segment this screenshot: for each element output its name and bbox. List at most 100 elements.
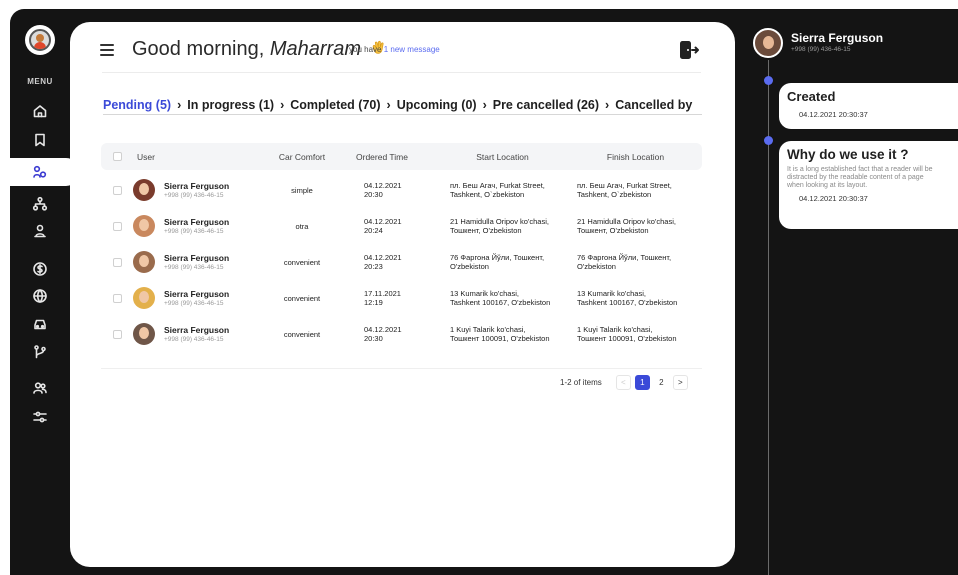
greeting-name: Maharram (269, 38, 361, 60)
start-line-2: Тошкент 100091, O'zbekiston (450, 334, 550, 343)
table-divider (101, 368, 702, 369)
finish-line-1: 76 Фаргона Йўли, Тошкент, (577, 253, 672, 262)
ordered-time: 04.12.2021 20:30 (346, 181, 436, 199)
start-location: 1 Kuyi Talarik ko'chasi, Тошкент 100091, … (436, 325, 569, 343)
start-location: 76 Фаргона Йўли, Тошкент, O'zbekiston (436, 253, 569, 271)
ordered-time: 04.12.2021 20:23 (346, 253, 436, 271)
dollar-icon[interactable] (28, 258, 52, 280)
tab-cancelled-by[interactable]: Cancelled by (615, 98, 692, 114)
message-prefix: you have (349, 45, 384, 54)
start-line-1: 76 Фаргона Йўли, Тошкент, (450, 253, 545, 262)
tab-completed[interactable]: Completed (70) (290, 98, 380, 114)
row-checkbox[interactable] (112, 293, 122, 303)
table-row[interactable]: Sierra Ferguson +998 (99) 436-46-15 conve… (101, 244, 702, 280)
next-page-button[interactable]: > (672, 374, 688, 390)
group-icon[interactable] (28, 377, 52, 399)
main-panel: Good morning, Maharram you have 1 new me… (70, 22, 735, 567)
column-header-start: Start Location (476, 151, 529, 162)
car-comfort: otra (295, 221, 309, 231)
avatar (133, 251, 155, 273)
profile-phone: +998 (99) 436-46-15 (791, 46, 851, 53)
logout-icon[interactable] (678, 39, 700, 61)
finish-line-2: Тошкент, O'zbekiston (577, 226, 649, 235)
table-row[interactable]: Sierra Ferguson +998 (99) 436-46-15 simpl… (101, 172, 702, 208)
ordered-clock: 12:19 (364, 298, 383, 307)
profile-avatar[interactable] (753, 28, 783, 58)
user-phone: +998 (99) 436-46-15 (164, 299, 224, 307)
ordered-date: 04.12.2021 (364, 217, 402, 226)
ordered-time: 04.12.2021 20:30 (346, 325, 436, 343)
finish-line-2: Тошкент 100091, O'zbekiston (577, 334, 677, 343)
table-row[interactable]: Sierra Ferguson +998 (99) 436-46-15 otra … (101, 208, 702, 244)
finish-line-1: пл. Беш Агач, Furkat Street, (577, 181, 672, 190)
car-icon[interactable] (28, 313, 52, 335)
car-comfort: convenient (283, 257, 321, 267)
timeline-title: Why do we use it ? (787, 147, 909, 162)
driver-icon[interactable] (28, 220, 52, 242)
user-name: Sierra Ferguson (164, 324, 230, 335)
table-row[interactable]: Sierra Ferguson +998 (99) 436-46-15 conve… (101, 280, 702, 316)
table-header: User Car Comfort Ordered Time Start Loca… (101, 143, 702, 170)
start-line-2: Tashkent 100167, O'zbekiston (450, 298, 551, 307)
user-phone: +998 (99) 436-46-15 (164, 335, 224, 343)
tab-in-progress[interactable]: In progress (1) (187, 98, 274, 114)
network-icon[interactable] (28, 193, 52, 215)
user-name: Sierra Ferguson (164, 252, 230, 263)
finish-line-2: Tashkent, O`zbekiston (577, 190, 652, 199)
row-checkbox[interactable] (112, 221, 122, 231)
table-row[interactable]: Sierra Ferguson +998 (99) 436-46-15 conve… (101, 316, 702, 352)
ordered-date: 04.12.2021 (364, 253, 402, 262)
header-divider (102, 72, 701, 73)
finish-line-1: 13 Kumarik ko'chasi, (577, 289, 646, 298)
hamburger-menu-icon[interactable] (100, 44, 114, 56)
status-tabs: Pending (5) › In progress (1) › Completed (7… (103, 98, 702, 115)
user-name: Sierra Ferguson (164, 288, 230, 299)
tab-pre-cancelled[interactable]: Pre cancelled (26) (493, 98, 599, 114)
ordered-time: 04.12.2021 20:24 (346, 217, 436, 235)
row-checkbox[interactable] (112, 329, 122, 339)
globe-icon[interactable] (28, 285, 52, 307)
bookmark-icon[interactable] (28, 129, 52, 151)
page-1-button[interactable]: 1 (634, 374, 650, 390)
settings-sliders-icon[interactable] (28, 406, 52, 428)
car-comfort: convenient (283, 293, 321, 303)
menu-label: MENU (27, 77, 53, 86)
start-line-2: O'zbekiston (450, 262, 489, 271)
user-phone: +998 (99) 436-46-15 (164, 227, 224, 235)
new-message-link[interactable]: 1 new message (384, 45, 440, 54)
orders-table: User Car Comfort Ordered Time Start Loca… (101, 143, 702, 352)
ordered-clock: 20:30 (364, 334, 383, 343)
row-checkbox[interactable] (112, 257, 122, 267)
start-line-2: Tashkent, O`zbekiston (450, 190, 525, 199)
tab-upcoming[interactable]: Upcoming (0) (397, 98, 477, 114)
pagination: 1-2 of items < 1 2 > (560, 372, 688, 392)
chevron-right-icon: › (386, 98, 391, 112)
user-phone: +998 (99) 436-46-15 (164, 263, 224, 271)
home-icon[interactable] (28, 100, 52, 122)
column-header-user: User (137, 151, 155, 162)
page-2-button[interactable]: 2 (654, 375, 669, 390)
chevron-right-icon: › (482, 98, 487, 112)
sidebar: MENU (10, 9, 80, 575)
app-logo[interactable] (25, 25, 55, 55)
tab-pending[interactable]: Pending (5) (103, 98, 171, 114)
message-note: you have 1 new message (349, 45, 440, 54)
finish-location: 76 Фаргона Йўли, Тошкент, O'zbekiston (569, 253, 702, 271)
start-line-1: 21 Hamidulla Oripov ko'chasi, (450, 217, 549, 226)
ordered-clock: 20:23 (364, 262, 383, 271)
row-checkbox[interactable] (112, 185, 122, 195)
ordered-date: 04.12.2021 (364, 325, 402, 334)
timeline-description: It is a long established fact that a rea… (787, 166, 933, 189)
avatar (133, 287, 155, 309)
finish-line-2: O'zbekiston (577, 262, 616, 271)
chevron-right-icon: › (177, 98, 182, 112)
route-icon[interactable] (28, 341, 52, 363)
finish-line-1: 21 Hamidulla Oripov ko'chasi, (577, 217, 676, 226)
start-location: пл. Беш Агач, Furkat Street, Tashkent, O`… (436, 181, 569, 199)
prev-page-button[interactable]: < (615, 374, 631, 390)
start-line-1: 13 Kumarik ko'chasi, (450, 289, 519, 298)
ordered-clock: 20:30 (364, 190, 383, 199)
user-name: Sierra Ferguson (164, 180, 230, 191)
timeline-card-created: Created 04.12.2021 20:30:37 (779, 83, 958, 129)
select-all-checkbox[interactable] (112, 152, 122, 161)
